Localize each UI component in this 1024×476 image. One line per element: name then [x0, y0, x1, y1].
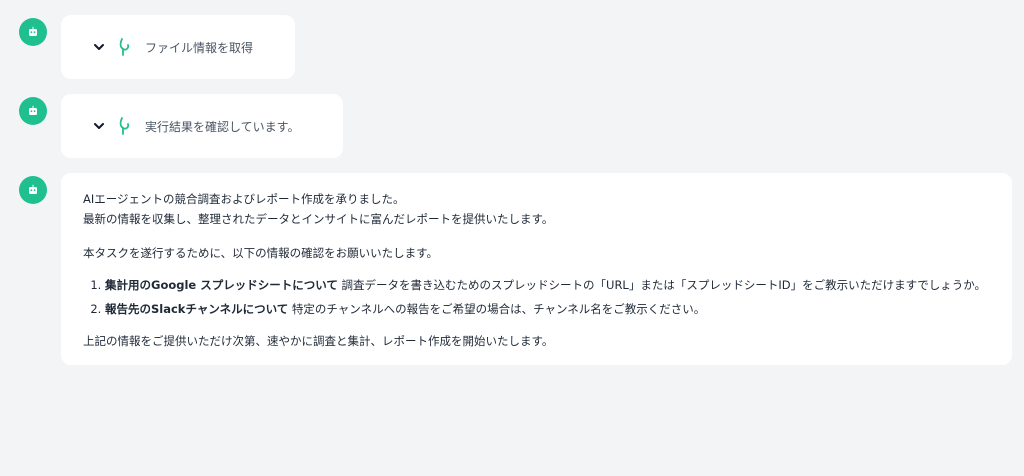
step-card-file-info[interactable]: ファイル情報を取得 — [61, 15, 295, 79]
list-item: 報告先のSlackチャンネルについて 特定のチャンネルへの報告をご希望の場合は、… — [105, 299, 990, 319]
step-label: 実行結果を確認しています。 — [145, 119, 300, 134]
bot-face-icon — [29, 26, 37, 36]
assistant-avatar — [19, 176, 47, 204]
list-item-body: 特定のチャンネルへの報告をご希望の場合は、チャンネル名をご教示ください。 — [288, 302, 706, 316]
step-card-check-result[interactable]: 実行結果を確認しています。 — [61, 94, 343, 158]
assistant-avatar — [19, 18, 47, 46]
message-request: 本タスクを遂行するために、以下の情報の確認をお願いいたします。 — [83, 246, 439, 260]
assistant-message: AIエージェントの競合調査およびレポート作成を承りました。 最新の情報を収集し、… — [61, 173, 1012, 365]
list-item-body: 調査データを書き込むためのスプレッドシートの「URL」または「スプレッドシートI… — [337, 278, 986, 292]
message-intro-line: 最新の情報を収集し、整理されたデータとインサイトに富んだレポートを提供いたします… — [83, 212, 554, 226]
request-list: 集計用のGoogle スプレッドシートについて 調査データを書き込むためのスプレ… — [83, 275, 990, 319]
chevron-down-icon[interactable] — [92, 119, 106, 133]
bot-face-icon — [29, 105, 37, 115]
message-closing: 上記の情報をご提供いただけ次第、速やかに調査と集計、レポート作成を開始いたします… — [83, 334, 554, 348]
tool-sprout-icon — [116, 36, 134, 58]
step-label: ファイル情報を取得 — [145, 40, 254, 55]
tool-sprout-icon — [116, 115, 134, 137]
list-item: 集計用のGoogle スプレッドシートについて 調査データを書き込むためのスプレ… — [105, 275, 990, 295]
message-intro-line: AIエージェントの競合調査およびレポート作成を承りました。 — [83, 192, 405, 206]
list-item-title: 集計用のGoogle スプレッドシートについて — [105, 278, 338, 292]
chevron-down-icon[interactable] — [92, 40, 106, 54]
bot-face-icon — [29, 184, 37, 194]
list-item-title: 報告先のSlackチャンネルについて — [105, 302, 289, 316]
assistant-avatar — [19, 97, 47, 125]
